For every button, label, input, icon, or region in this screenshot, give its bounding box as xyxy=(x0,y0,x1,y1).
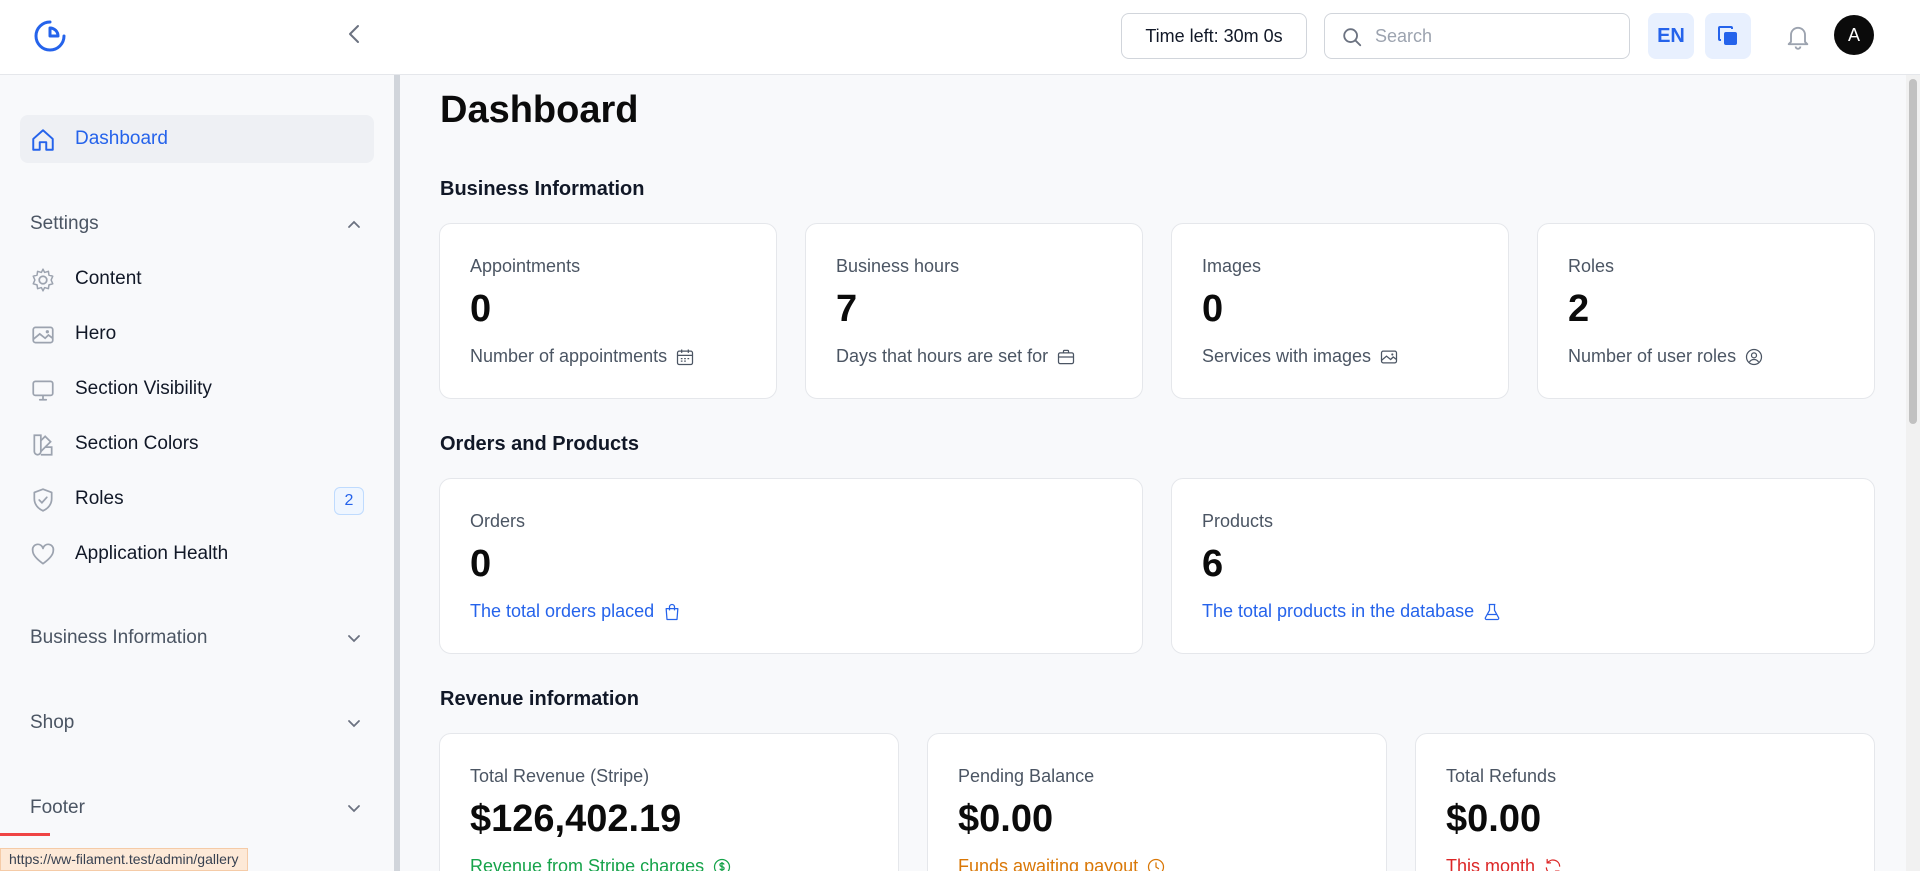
image-icon xyxy=(32,326,54,344)
chevron-down-icon xyxy=(348,805,360,813)
gear-icon xyxy=(32,268,54,292)
home-icon xyxy=(32,129,54,151)
sidebar-item-label: Content xyxy=(75,268,142,289)
sidebar-group-shop[interactable]: Shop xyxy=(30,708,364,738)
swatch-icon xyxy=(33,434,53,456)
stat-value: $0.00 xyxy=(958,798,1054,840)
photo-icon xyxy=(1380,350,1398,363)
heart-icon xyxy=(31,543,55,565)
chevron-up-icon xyxy=(348,220,360,228)
user-avatar[interactable]: A xyxy=(1834,15,1874,55)
sidebar: Dashboard Settings Content Hero Section … xyxy=(0,75,394,871)
sidebar-item-hero[interactable]: Hero xyxy=(20,310,374,358)
language-switcher[interactable]: EN xyxy=(1648,13,1694,59)
beaker-icon xyxy=(1484,603,1500,620)
sidebar-item-label: Section Visibility xyxy=(75,378,212,399)
sidebar-item-label: Application Health xyxy=(75,543,229,564)
sidebar-item-label: Hero xyxy=(75,323,117,344)
time-left-indicator[interactable]: Time left: 30m 0s xyxy=(1121,13,1307,59)
stat-value: 2 xyxy=(1568,288,1590,330)
sidebar-item-section-visibility[interactable]: Section Visibility xyxy=(20,365,374,413)
monitor-icon xyxy=(32,380,54,401)
sidebar-item-label: Dashboard xyxy=(75,128,168,149)
link-preview-url: https://ww-filament.test/admin/gallery xyxy=(0,848,248,871)
stat-value: 7 xyxy=(836,288,858,330)
sidebar-item-application-health[interactable]: Application Health xyxy=(20,530,374,578)
roles-count-badge: 2 xyxy=(334,487,364,515)
sidebar-item-section-colors[interactable]: Section Colors xyxy=(20,420,374,468)
sidebar-resize-handle[interactable] xyxy=(394,75,400,871)
currency-dollar-icon xyxy=(714,858,731,871)
chevron-down-icon xyxy=(348,635,360,643)
stat-card-orders: Orders 0 The total orders placed xyxy=(439,478,1143,654)
status-indicator xyxy=(0,833,50,836)
scrollbar-thumb[interactable] xyxy=(1909,79,1917,424)
copy-button[interactable] xyxy=(1705,13,1751,59)
sidebar-group-settings[interactable]: Settings xyxy=(30,209,364,239)
sidebar-group-business-information[interactable]: Business Information xyxy=(30,623,364,653)
notifications-bell-icon[interactable] xyxy=(1784,22,1812,50)
stat-card-roles: Roles 2 Number of user roles xyxy=(1537,223,1875,399)
chevron-down-icon xyxy=(348,720,360,728)
top-bar: Time left: 30m 0s EN A xyxy=(0,0,1920,75)
global-search[interactable] xyxy=(1324,13,1630,59)
search-icon xyxy=(1343,28,1362,47)
stat-card-images: Images 0 Services with images xyxy=(1171,223,1509,399)
shield-check-icon xyxy=(33,488,53,512)
stat-card-products: Products 6 The total products in the dat… xyxy=(1171,478,1875,654)
section-title-orders: Orders and Products xyxy=(440,433,639,455)
app-logo-icon[interactable] xyxy=(30,16,70,56)
stat-card-business-hours: Business hours 7 Days that hours are set… xyxy=(805,223,1143,399)
briefcase-icon xyxy=(1057,349,1075,364)
sidebar-item-label: Roles xyxy=(75,488,124,509)
refresh-icon xyxy=(1545,858,1561,871)
sidebar-item-roles[interactable]: Roles 2 xyxy=(20,475,374,523)
sidebar-item-dashboard[interactable]: Dashboard xyxy=(20,115,374,163)
stat-card-appointments: Appointments 0 Number of appointments xyxy=(439,223,777,399)
sidebar-group-footer[interactable]: Footer xyxy=(30,793,364,823)
search-input[interactable] xyxy=(1375,14,1615,58)
stat-card-total-refunds: Total Refunds $0.00 This month xyxy=(1415,733,1875,871)
stat-card-total-revenue: Total Revenue (Stripe) $126,402.19 Reven… xyxy=(439,733,899,871)
collapse-sidebar-icon[interactable] xyxy=(343,22,367,46)
stat-value: 0 xyxy=(470,543,492,585)
stat-value: 6 xyxy=(1202,543,1224,585)
section-title-revenue: Revenue information xyxy=(440,688,639,710)
shopping-bag-icon xyxy=(665,603,679,620)
page-title: Dashboard xyxy=(440,89,639,131)
copy-icon xyxy=(1718,26,1737,45)
stat-card-pending-balance: Pending Balance $0.00 Funds awaiting pay… xyxy=(927,733,1387,871)
stat-value: $0.00 xyxy=(1446,798,1542,840)
sidebar-item-content[interactable]: Content xyxy=(20,255,374,303)
stat-value: 0 xyxy=(470,288,492,330)
sidebar-item-label: Section Colors xyxy=(75,433,199,454)
stat-value: 0 xyxy=(1202,288,1224,330)
clock-icon xyxy=(1148,858,1165,871)
page-scrollbar[interactable] xyxy=(1906,75,1920,871)
section-title-business: Business Information xyxy=(440,178,645,200)
user-circle-icon xyxy=(1745,348,1763,365)
calendar-icon xyxy=(676,349,694,365)
stat-value: $126,402.19 xyxy=(470,798,682,840)
